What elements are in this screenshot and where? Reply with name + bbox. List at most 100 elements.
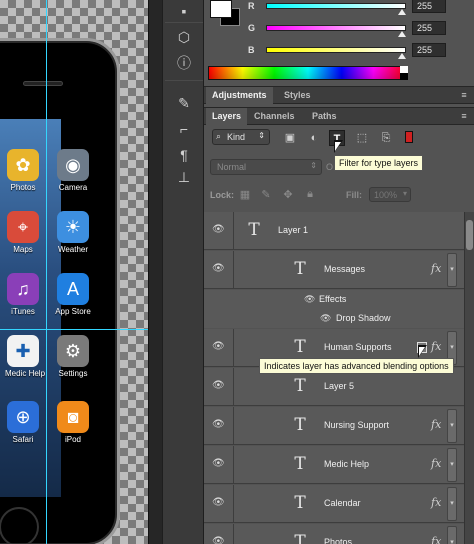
type-layer-icon: T (294, 376, 306, 396)
tab-styles[interactable]: Styles (278, 87, 317, 104)
filter-adjustment-icon[interactable]: ◐ (306, 130, 322, 146)
chevron-down-icon: ▾ (402, 189, 407, 198)
slider-thumb[interactable] (398, 53, 406, 59)
layer-name: Layer 1 (278, 225, 309, 235)
layer-row[interactable]: 👁︎ T Messages fx ▾ (204, 251, 464, 289)
color-spectrum-bar[interactable] (208, 66, 408, 80)
layer-row[interactable]: 👁︎ T Photos fx ▾ (204, 524, 464, 544)
tab-layers[interactable]: Layers (206, 108, 248, 125)
lock-all-icon[interactable]: 🔒︎ (303, 188, 317, 202)
kind-filter-select[interactable]: ⌕ Kind ⇕ (212, 129, 270, 145)
blending-options-tooltip: Indicates layer has advanced blending op… (259, 358, 454, 374)
slider-value-input[interactable]: 255 (412, 21, 446, 35)
filter-toggle-switch[interactable] (405, 131, 413, 143)
cube-icon[interactable]: ⬡ (171, 26, 197, 48)
filter-smart-object-icon[interactable]: ⎘ (378, 130, 394, 146)
spectrum-black-swatch[interactable] (400, 73, 408, 80)
visibility-toggle[interactable]: 👁︎ (204, 407, 234, 444)
slider-thumb[interactable] (398, 31, 406, 37)
opacity-label: O (326, 162, 334, 172)
scrollbar-thumb[interactable] (466, 220, 473, 250)
layer-row[interactable]: 👁︎ T Layer 1 (204, 212, 464, 250)
expand-effects-toggle[interactable]: ▾ (447, 448, 457, 482)
app-label: iTunes (11, 307, 35, 316)
lock-paint-icon[interactable]: ✎ (259, 188, 273, 202)
visibility-toggle[interactable]: 👁︎ (204, 524, 234, 544)
slider-track[interactable] (266, 47, 406, 53)
eye-icon: 👁︎ (212, 224, 225, 235)
layer-row[interactable]: 👁︎ T Calendar fx ▾ (204, 485, 464, 523)
eye-icon[interactable]: 👁︎ (304, 294, 316, 304)
slider-value-input[interactable]: 255 (412, 43, 446, 57)
filter-pixel-icon[interactable]: ▣ (282, 130, 298, 146)
blend-mode-select[interactable]: Normal ⇕ (210, 159, 322, 175)
eye-icon[interactable]: 👁︎ (320, 313, 332, 323)
sunflower-icon: ✿ (7, 149, 39, 181)
effect-name: Drop Shadow (336, 313, 391, 323)
document-canvas[interactable]: ✿ Photos ◉ Camera ⌖ Maps ☀ Weather ♫ iTunes A App S… (0, 0, 148, 544)
dock-divider (165, 80, 203, 81)
brush-presets-icon[interactable]: ✎ (171, 92, 197, 114)
app-app-store: A App Store (55, 273, 91, 316)
safari-icon: ⊕ (7, 401, 39, 433)
visibility-toggle[interactable]: 👁︎ (204, 329, 234, 366)
fx-icon[interactable]: fx (431, 496, 441, 509)
slider-track[interactable] (266, 3, 406, 9)
horizontal-guide[interactable] (0, 329, 148, 330)
tab-channels[interactable]: Channels (248, 108, 301, 125)
chevron-updown-icon: ⇕ (258, 131, 265, 140)
clone-source-icon[interactable]: ⊥ (171, 166, 197, 188)
app-label: Medic Help (5, 369, 46, 378)
spectrum-white-swatch[interactable] (400, 66, 408, 73)
fx-icon[interactable]: fx (431, 535, 441, 544)
type-layer-icon: T (294, 259, 306, 279)
visibility-toggle[interactable]: 👁︎ (204, 446, 234, 483)
lock-transparency-icon[interactable]: ▦ (238, 188, 252, 202)
app-label: Safari (12, 435, 34, 444)
expand-effects-toggle[interactable]: ▾ (447, 487, 457, 521)
visibility-toggle[interactable]: 👁︎ (204, 212, 234, 249)
fx-icon[interactable]: fx (431, 340, 441, 353)
slider-track[interactable] (266, 25, 406, 31)
type-layer-icon: T (248, 220, 260, 240)
expand-effects-toggle[interactable]: ▾ (447, 253, 457, 287)
expand-effects-toggle[interactable]: ▾ (447, 409, 457, 443)
tool-presets-icon[interactable]: ⌐ (171, 118, 197, 140)
panel-menu-icon[interactable]: ≡ (458, 90, 470, 100)
panel-menu-icon[interactable]: ≡ (458, 111, 470, 121)
visibility-toggle[interactable]: 👁︎ (204, 368, 234, 405)
layers-scrollbar[interactable] (464, 212, 474, 544)
fx-icon[interactable]: fx (431, 457, 441, 470)
visibility-toggle[interactable]: 👁︎ (204, 251, 234, 288)
grid-icon[interactable]: ▪ (171, 0, 197, 22)
tab-paths[interactable]: Paths (306, 108, 343, 125)
fx-icon[interactable]: fx (431, 262, 441, 275)
eye-icon: 👁︎ (212, 380, 225, 391)
slider-thumb[interactable] (398, 9, 406, 15)
layer-list: 👁︎ T Layer 1 👁︎ T Messages fx ▾ 👁︎ Effects 👁︎ Drop … (204, 212, 464, 544)
brush-icon[interactable]: ¶ (171, 144, 197, 166)
app-store-icon: A (57, 273, 89, 305)
info-icon[interactable]: ⓘ (171, 52, 197, 74)
home-button (0, 507, 39, 544)
eye-icon: 👁︎ (212, 419, 225, 430)
vertical-guide[interactable] (46, 0, 47, 544)
visibility-toggle[interactable]: 👁︎ (204, 485, 234, 522)
type-layer-icon: T (294, 454, 306, 474)
app-label: Photos (10, 183, 36, 192)
layer-row[interactable]: 👁︎ T Nursing Support fx ▾ (204, 407, 464, 445)
layer-row[interactable]: 👁︎ T Medic Help fx ▾ (204, 446, 464, 484)
filter-shape-icon[interactable]: ⬚ (354, 130, 370, 146)
layer-name: Messages (324, 264, 366, 274)
fill-input[interactable]: 100% ▾ (369, 187, 411, 202)
ipod-icon: ◙ (57, 401, 89, 433)
layer-name: Photos (324, 537, 353, 544)
slider-value-input[interactable]: 255 (412, 0, 446, 13)
lock-move-icon[interactable]: ✥ (281, 188, 295, 202)
tab-adjustments[interactable]: Adjustments (206, 87, 273, 104)
fx-icon[interactable]: fx (431, 418, 441, 431)
foreground-color-swatch[interactable] (210, 0, 232, 18)
right-panel: R 255 G 255 B 255 Adjustments Styles ≡ Layers… (204, 0, 474, 544)
filter-type-tooltip: Filter for type layers (334, 155, 424, 171)
expand-effects-toggle[interactable]: ▾ (447, 526, 457, 544)
